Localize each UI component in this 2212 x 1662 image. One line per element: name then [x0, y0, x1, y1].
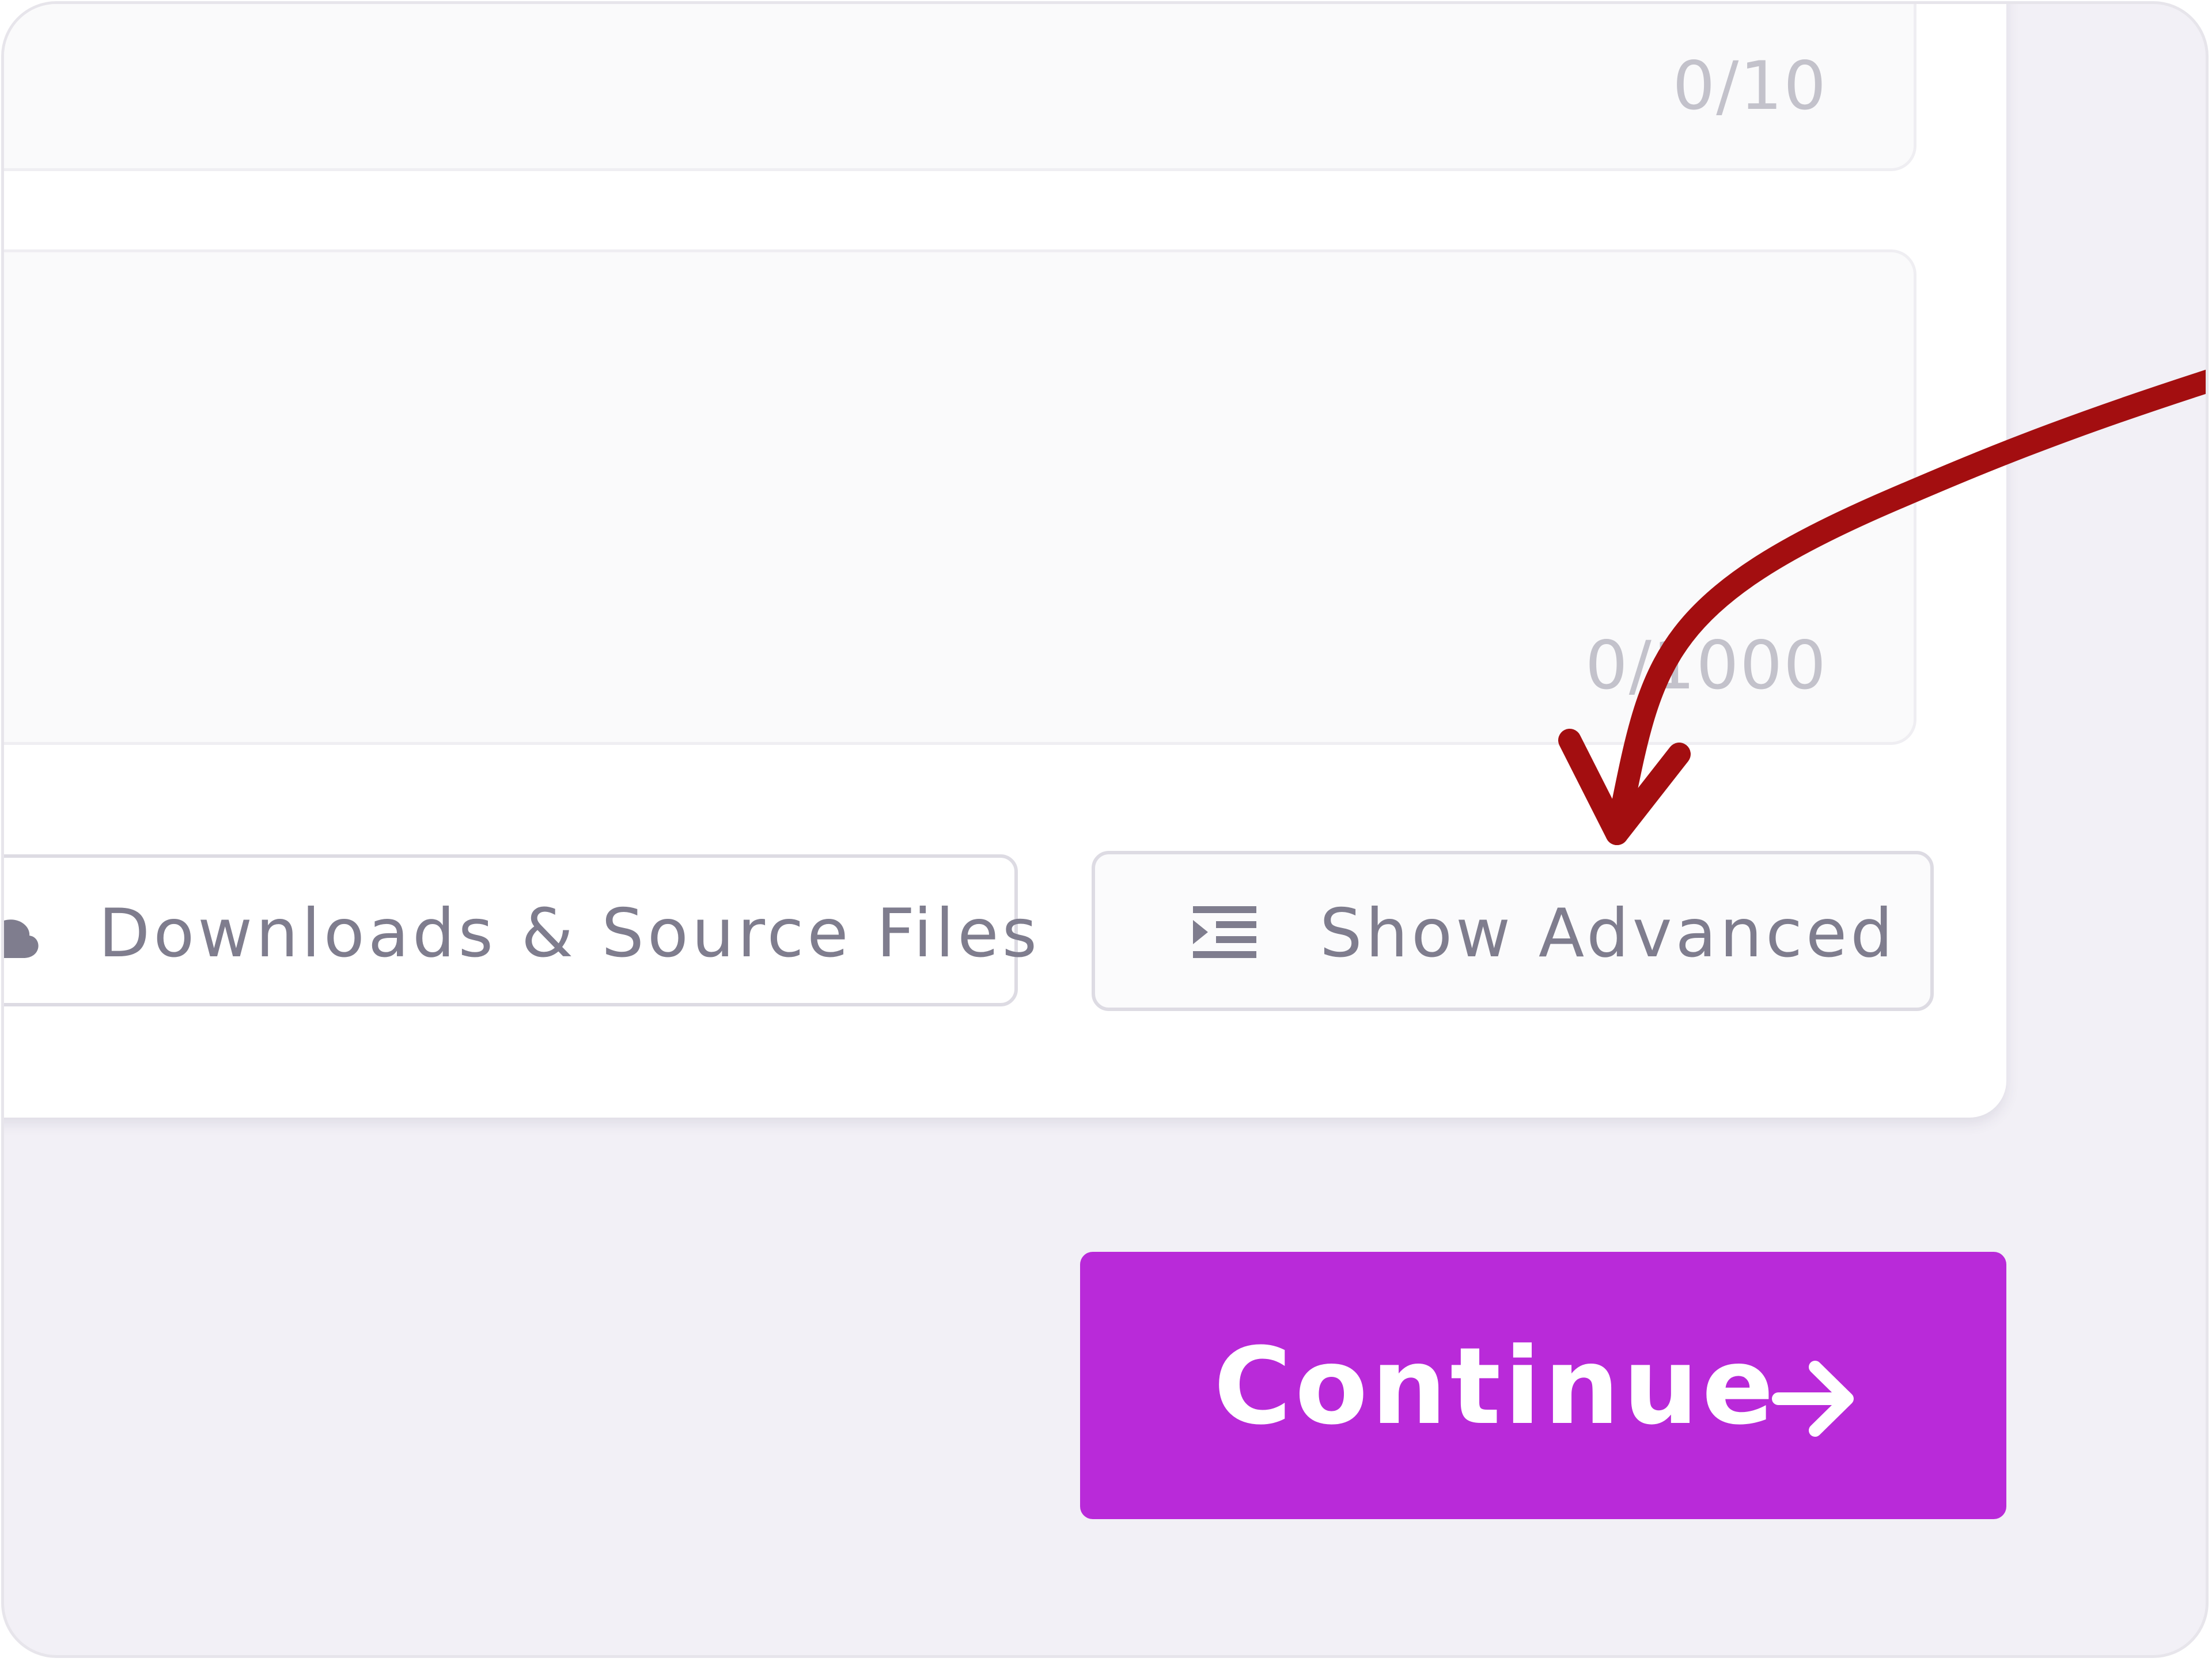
show-advanced-label: Show Advanced — [1320, 895, 1896, 972]
description-textarea[interactable]: 0/1000 — [4, 249, 1916, 745]
description-character-counter: 0/1000 — [1585, 627, 1827, 705]
title-character-counter: 0/10 — [1672, 47, 1827, 125]
continue-button-label: Continue — [1214, 1325, 1778, 1448]
title-input[interactable]: 0/10 — [4, 4, 1916, 171]
downloads-button-label: Downloads & Source Files — [99, 895, 1041, 972]
arrow-right-icon — [1771, 1344, 1858, 1467]
app-frame: 0/10 0/1000 Downloads & Source Files Sho… — [1, 1, 2209, 1658]
continue-button[interactable]: Continue — [1080, 1252, 2006, 1519]
cloud-download-icon — [4, 904, 42, 972]
show-advanced-button[interactable]: Show Advanced — [1092, 851, 1934, 1011]
downloads-source-files-button[interactable]: Downloads & Source Files — [4, 854, 1037, 1006]
list-indent-icon — [1193, 903, 1256, 971]
